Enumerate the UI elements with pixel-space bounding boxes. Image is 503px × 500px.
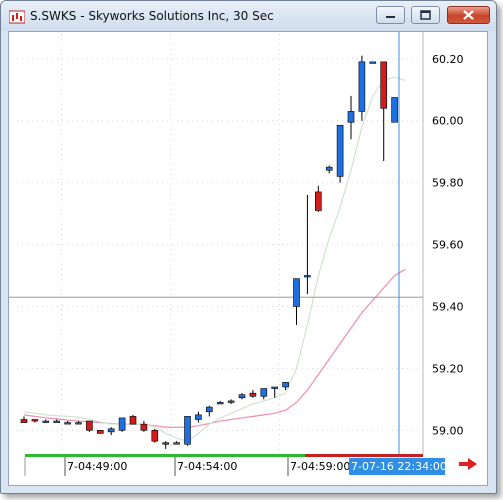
candle-up — [369, 61, 377, 64]
price-chart[interactable]: 60.20 60.00 59.80 59.60 59.40 59.20 59.00 — [9, 32, 487, 454]
chart-window: S.SWKS - Skyworks Solutions Inc, 30 Sec … — [0, 0, 497, 494]
candle-down — [380, 61, 388, 109]
candle-up — [238, 394, 246, 399]
candle-up — [195, 414, 202, 420]
close-button[interactable] — [447, 6, 490, 24]
candle-down — [86, 420, 93, 431]
candle-down — [140, 423, 148, 431]
candle-up — [347, 111, 355, 123]
session-bar-red — [305, 454, 423, 457]
candle-down — [151, 430, 159, 442]
candle-up — [75, 422, 82, 425]
scroll-right-arrow-icon[interactable] — [458, 457, 478, 471]
candle-up — [53, 420, 61, 423]
candle-up — [42, 420, 50, 423]
candle-down — [314, 191, 322, 211]
candle-up — [118, 417, 126, 431]
candle-down — [162, 442, 169, 445]
candle-up — [227, 400, 235, 403]
candle-down — [129, 416, 137, 425]
title-bar[interactable]: S.SWKS - Skyworks Solutions Inc, 30 Sec — [1, 1, 496, 31]
time-axis[interactable]: 7-04:49:00 7-04:54:00 7-04:59:00 7-07-16 22… — [9, 454, 487, 476]
chart-app-icon — [9, 10, 25, 24]
x-tick-label: 7-04:59:00 — [290, 460, 350, 473]
cursor-time-label: 7-07-16 22:34:00 — [351, 460, 447, 473]
candle-up — [173, 442, 180, 445]
candle-up — [271, 386, 279, 389]
candle-up — [325, 166, 333, 171]
candle-up — [184, 416, 191, 445]
chart-area[interactable]: 60.20 60.00 59.80 59.60 59.40 59.20 59.00 7-04… — [8, 31, 488, 486]
y-tick-label: 59.40 — [432, 300, 464, 313]
candle-down — [20, 419, 28, 423]
window-title: S.SWKS - Skyworks Solutions Inc, 30 Sec — [30, 9, 274, 23]
close-icon — [463, 10, 474, 20]
candle-up — [206, 406, 213, 413]
y-tick-label: 59.60 — [432, 239, 464, 252]
candle-down — [97, 430, 104, 434]
candle-up — [107, 428, 115, 433]
minimize-button[interactable] — [376, 6, 405, 24]
x-tick-label: 7-04:49:00 — [67, 460, 127, 473]
candle-up — [216, 402, 224, 405]
maximize-icon — [420, 10, 431, 20]
candle-up — [304, 275, 311, 278]
candle-up — [260, 388, 268, 397]
maximize-button[interactable] — [411, 6, 440, 24]
y-tick-label: 59.80 — [432, 177, 464, 190]
y-tick-label: 59.20 — [432, 362, 464, 375]
candle-up — [293, 278, 300, 307]
minimize-icon — [386, 16, 395, 18]
candle-up — [64, 422, 71, 425]
candle-down — [249, 392, 257, 397]
candle-up — [391, 97, 398, 123]
moving-average-slow — [23, 268, 406, 428]
x-tick-label: 7-04:54:00 — [177, 460, 237, 473]
candle-down — [31, 419, 39, 422]
moving-average-fast — [23, 76, 406, 442]
candle-up — [358, 61, 366, 112]
candle-up — [282, 382, 289, 388]
y-tick-label: 60.00 — [432, 115, 464, 128]
y-tick-label: 59.00 — [432, 424, 464, 437]
y-tick-label: 60.20 — [432, 53, 464, 66]
candle-up — [336, 125, 344, 177]
session-bar-green — [25, 454, 305, 457]
